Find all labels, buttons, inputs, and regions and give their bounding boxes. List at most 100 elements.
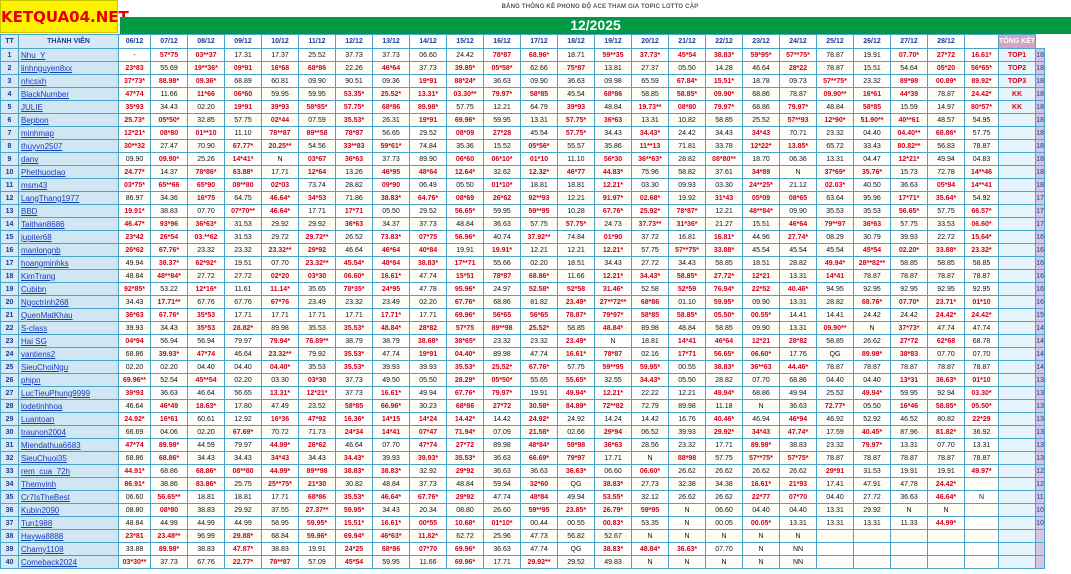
- result-cell: 49.94*: [557, 386, 595, 400]
- result-cell: 15.51: [853, 61, 891, 75]
- member-link[interactable]: jupiter68: [18, 230, 119, 244]
- result-cell: 05.50*: [964, 399, 999, 413]
- member-link[interactable]: minhmap: [18, 126, 119, 140]
- member-link[interactable]: Ngoctrinh268: [18, 295, 119, 309]
- member-link[interactable]: nhcsxh: [18, 74, 119, 88]
- result-cell: [890, 555, 928, 569]
- result-cell: 47*74: [118, 87, 151, 101]
- result-cell: 07*70: [409, 542, 447, 556]
- result-cell: 34.43*: [631, 126, 669, 140]
- result-cell: 32.12: [631, 490, 669, 504]
- member-link[interactable]: Nhu_Y: [18, 48, 119, 62]
- result-cell: 25**75*: [261, 477, 299, 491]
- result-cell: 12*21*: [890, 152, 928, 166]
- row-number: 17: [0, 256, 19, 270]
- result-cell: 31.53: [853, 464, 891, 478]
- result-cell: 38.83*: [372, 191, 410, 205]
- result-cell: 23.32*: [964, 243, 999, 257]
- result-cell: 60.81: [261, 74, 299, 88]
- member-link[interactable]: Tun1988: [18, 516, 119, 530]
- result-cell: 28.56: [631, 438, 669, 452]
- site-logo[interactable]: KETQUA04.NET: [0, 0, 129, 33]
- member-link[interactable]: LangThang1977: [18, 191, 119, 205]
- member-link[interactable]: Themvinh: [18, 477, 119, 491]
- result-cell: 06*60: [224, 87, 262, 101]
- result-cell: 46*64: [779, 217, 817, 231]
- result-cell: 44.99: [224, 516, 262, 530]
- row-number: 15: [0, 230, 19, 244]
- result-cell: 02*03: [261, 178, 299, 192]
- member-link[interactable]: Taithan8686: [18, 217, 119, 231]
- member-link[interactable]: JULIE: [18, 100, 119, 114]
- header-date: 11/12: [298, 34, 336, 49]
- rank-badge: KK: [997, 100, 1037, 114]
- member-link[interactable]: Cubibn: [18, 282, 119, 296]
- member-link[interactable]: SieuChuoi35: [18, 451, 119, 465]
- member-link[interactable]: hoangminhks: [18, 256, 119, 270]
- rank-badge: [997, 269, 1037, 283]
- member-link[interactable]: Comeback2024: [18, 555, 119, 569]
- member-link[interactable]: Luantoan: [18, 412, 119, 426]
- result-cell: 48.84: [118, 269, 151, 283]
- member-link[interactable]: phipn: [18, 373, 119, 387]
- member-link[interactable]: Phethuoclao: [18, 165, 119, 179]
- result-cell: 21.27: [705, 217, 743, 231]
- result-cell: 56*65: [483, 308, 521, 322]
- header-date: 23/12: [742, 34, 780, 49]
- member-link[interactable]: Bepbon: [18, 113, 119, 127]
- member-link[interactable]: KimTrang: [18, 269, 119, 283]
- result-cell: 34*43: [742, 126, 780, 140]
- result-cell: 34.43: [224, 451, 262, 465]
- result-cell: 67.84*: [668, 74, 706, 88]
- member-link[interactable]: vantiens2: [18, 347, 119, 361]
- result-cell: 34*43: [261, 451, 299, 465]
- member-link[interactable]: danv: [18, 152, 119, 166]
- result-cell: 78*87: [483, 269, 521, 283]
- result-cell: 58.95: [261, 516, 299, 530]
- member-link[interactable]: BlackNumber: [18, 87, 119, 101]
- member-link[interactable]: Miendathua6683: [18, 438, 119, 452]
- member-link[interactable]: QuenMatKhau: [18, 308, 119, 322]
- member-link[interactable]: LucTieuPhung9999: [18, 386, 119, 400]
- result-cell: 09.36: [372, 74, 410, 88]
- member-link[interactable]: Cr7IsTheBest: [18, 490, 119, 504]
- result-cell: 22*52: [742, 282, 780, 296]
- member-link[interactable]: Chamy1108: [18, 542, 119, 556]
- result-cell: [816, 555, 854, 569]
- result-cell: 13.31: [816, 516, 854, 530]
- result-cell: 35.76*: [853, 165, 891, 179]
- result-cell: 68.86*: [150, 451, 188, 465]
- result-cell: 46*64: [372, 243, 410, 257]
- result-cell: 59.95: [890, 386, 928, 400]
- result-cell: 78.87: [927, 360, 965, 374]
- result-cell: 24.42*: [964, 308, 999, 322]
- result-cell: 29*92: [446, 490, 484, 504]
- member-link[interactable]: SieuChoiNgu: [18, 360, 119, 374]
- member-link[interactable]: rem_cua_72h: [18, 464, 119, 478]
- member-link[interactable]: thuyvn2507: [18, 139, 119, 153]
- rank-badge: [997, 256, 1037, 270]
- member-link[interactable]: Hai SG: [18, 334, 119, 348]
- member-link[interactable]: Haywa8888: [18, 529, 119, 543]
- result-cell: 54.64: [890, 61, 928, 75]
- result-cell: [890, 529, 928, 543]
- member-link[interactable]: manlongnb: [18, 243, 119, 257]
- member-link[interactable]: lodetinhhoa: [18, 399, 119, 413]
- member-link[interactable]: traunon2004: [18, 425, 119, 439]
- member-link[interactable]: msm43: [18, 178, 119, 192]
- result-cell: 36.63: [483, 542, 521, 556]
- result-cell: 09.93: [668, 178, 706, 192]
- result-cell: 12*90*: [816, 113, 854, 127]
- result-cell: 27.73: [631, 477, 669, 491]
- result-cell: 17.71: [261, 308, 299, 322]
- member-link[interactable]: Kubin2090: [18, 503, 119, 517]
- member-link[interactable]: BBD: [18, 204, 119, 218]
- member-link[interactable]: linhnguyen8xx: [18, 61, 119, 75]
- row-number: 38: [0, 529, 19, 543]
- member-link[interactable]: S-class: [18, 321, 119, 335]
- result-cell: 40*84: [409, 243, 447, 257]
- result-cell: [964, 477, 999, 491]
- result-cell: 59**35: [594, 48, 632, 62]
- result-cell: 12.21: [557, 243, 595, 257]
- result-cell: 13.31: [816, 503, 854, 517]
